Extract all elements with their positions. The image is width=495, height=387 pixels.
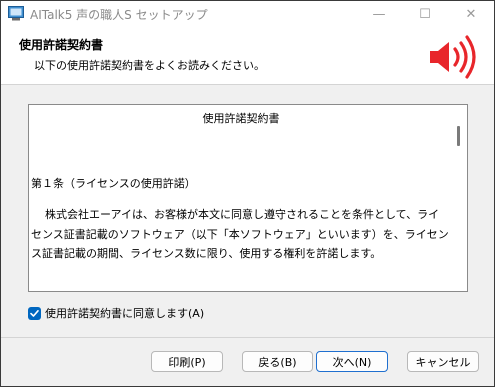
title-bar[interactable]: AITalk5 声の職人S セットアップ — ☐ ✕ <box>1 1 494 27</box>
next-button[interactable]: 次へ(N) <box>316 351 388 372</box>
cancel-button[interactable]: キャンセル <box>407 351 479 372</box>
license-scrollbar[interactable] <box>452 105 467 291</box>
page-subtitle: 以下の使用許諾契約書をよくお読みください。 <box>34 59 265 72</box>
license-heading: 使用許諾契約書 <box>202 112 280 125</box>
license-paragraph: 株式会社エーアイは、お客様が本文に同意し遵守されることを条件として、ライセンス証… <box>31 208 449 260</box>
wizard-header: 使用許諾契約書 以下の使用許諾契約書をよくお読みください。 <box>1 27 494 85</box>
license-article-title: 第１条（ライセンスの使用許諾） <box>31 177 196 190</box>
installer-app-icon <box>8 6 24 21</box>
agree-checkbox-row[interactable]: 使用許諾契約書に同意します(A) <box>28 305 204 321</box>
checkmark-icon <box>30 309 39 317</box>
page-title: 使用許諾契約書 <box>19 38 104 52</box>
footer-divider <box>1 337 494 338</box>
agree-checkbox[interactable] <box>28 306 41 320</box>
installer-window: AITalk5 声の職人S セットアップ — ☐ ✕ 使用許諾契約書 以下の使用… <box>0 0 495 387</box>
window-title: AITalk5 声の職人S セットアップ <box>30 8 208 22</box>
agree-label[interactable]: 使用許諾契約書に同意します(A) <box>45 305 204 321</box>
maximize-button[interactable]: ☐ <box>402 1 448 27</box>
close-button[interactable]: ✕ <box>448 1 494 27</box>
print-button[interactable]: 印刷(P) <box>151 351 223 372</box>
license-text-box[interactable]: 使用許諾契約書 第１条（ライセンスの使用許諾） 株式会社エーアイは、お客様が本文… <box>28 104 468 292</box>
scrollbar-thumb[interactable] <box>457 126 460 146</box>
speaker-icon <box>430 35 476 79</box>
back-button[interactable]: 戻る(B) <box>242 351 313 372</box>
minimize-button[interactable]: — <box>356 1 402 27</box>
